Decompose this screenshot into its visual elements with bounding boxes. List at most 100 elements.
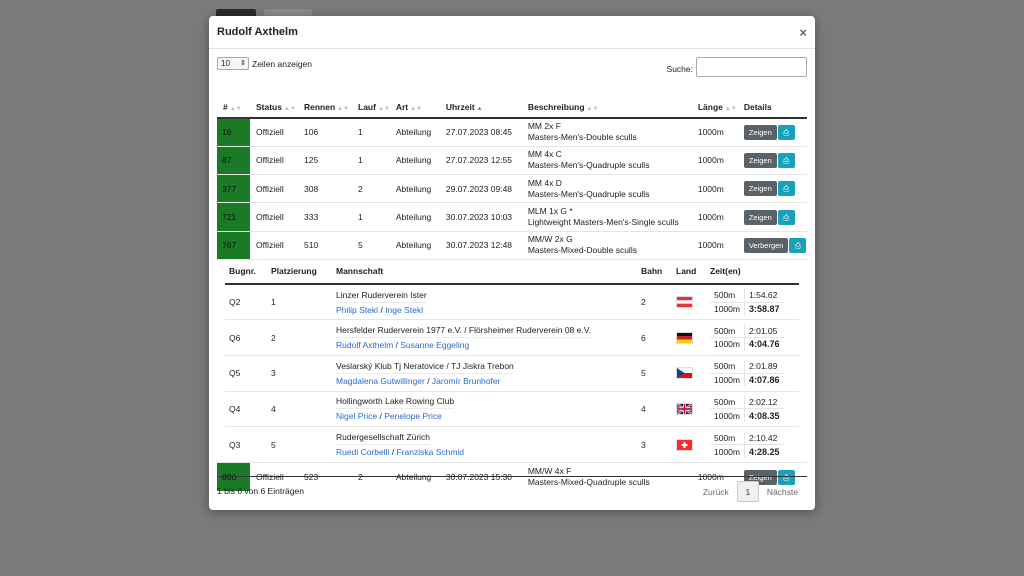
- rower-link[interactable]: Franziska Schmid: [396, 447, 464, 457]
- print-icon[interactable]: ⎙: [777, 124, 795, 140]
- crew-bug: Q5: [225, 354, 267, 392]
- page-length-label: Zeilen anzeigen: [252, 59, 313, 69]
- show-button[interactable]: Zeigen: [743, 209, 777, 225]
- print-icon[interactable]: ⎙: [777, 181, 795, 197]
- crew-place: 3: [267, 354, 332, 392]
- col-header-heat[interactable]: Lauf ▲▼: [352, 97, 390, 119]
- col-header-type[interactable]: Art ▲▼: [389, 97, 440, 119]
- next-page-button[interactable]: Nächste: [759, 487, 806, 497]
- col-header-crew: Mannschaft: [332, 259, 637, 285]
- bug-number: 721: [217, 202, 250, 232]
- heat: 5: [352, 230, 390, 260]
- table-row: 87 Offiziell 125 1 Abteilung 27.07.2023 …: [217, 145, 807, 175]
- close-button[interactable]: ×: [799, 25, 807, 40]
- table-controls: 10 ⇕ Zeilen anzeigen Suche:: [217, 57, 807, 77]
- table-footer-line: [217, 476, 807, 477]
- rower-link[interactable]: Inge Stekl: [385, 305, 423, 315]
- col-header-length[interactable]: Länge ▲▼: [691, 97, 738, 119]
- type: Abteilung: [389, 230, 440, 260]
- sort-asc-icon: ▲: [476, 106, 483, 112]
- type: Abteilung: [389, 202, 440, 232]
- table-header-row: # ▲▼ Status ▲▼ Rennen ▲▼ Lauf ▲▼ Art ▲▼ Uhrze…: [217, 97, 807, 119]
- rower-link[interactable]: Susanne Eggeling: [400, 340, 469, 350]
- page-1-button[interactable]: 1: [736, 481, 759, 502]
- crew-country: [672, 354, 706, 392]
- table-row: 767 Offiziell 510 5 Abteilung 30.07.2023…: [217, 230, 807, 260]
- details-cell: Zeigen ⎙: [737, 202, 807, 232]
- crew-times: 500m 2:02.12 1000m 4:08.35: [706, 390, 799, 427]
- prev-page-button[interactable]: Zurück: [695, 487, 737, 497]
- crew-country: [672, 390, 706, 427]
- show-button[interactable]: Zeigen: [743, 181, 777, 197]
- crew-team: Hersfelder Ruderverein 1977 e.V. / Flörs…: [332, 319, 637, 356]
- col-header-placing: Platzierung: [267, 259, 332, 285]
- bug-number: 767: [217, 230, 250, 260]
- length: 1000m: [691, 230, 738, 260]
- club-name: Hollingworth Lake Rowing Club: [336, 394, 455, 410]
- col-header-details: Details: [737, 97, 807, 119]
- crew-times: 500m 2:01.89 1000m 4:07.86: [706, 354, 799, 392]
- race: 308: [298, 174, 352, 203]
- status: Offiziell: [250, 117, 298, 147]
- type: Abteilung: [389, 462, 440, 492]
- type: Abteilung: [389, 145, 440, 175]
- details-cell: Verbergen ⎙: [737, 230, 807, 260]
- time: 30.07.2023 12:48: [439, 230, 522, 260]
- status: Offiziell: [250, 174, 298, 203]
- germany-flag-icon: [676, 331, 693, 344]
- crew-bug: Q3: [225, 426, 267, 463]
- crew-header-row: Bugnr. Platzierung Mannschaft Bahn Land …: [225, 259, 799, 285]
- crew-times: 500m 2:10.42 1000m 4:28.25: [706, 426, 799, 463]
- col-header-lane: Bahn: [637, 259, 672, 285]
- rower-link[interactable]: Jaromír Brunhofer: [432, 376, 501, 386]
- crew-times: 500m 2:01.05 1000m 4:04.76: [706, 319, 799, 356]
- col-header-status[interactable]: Status ▲▼: [250, 97, 298, 119]
- rower-link[interactable]: Penelope Price: [384, 411, 442, 421]
- race: 523: [298, 462, 352, 492]
- heat: 1: [352, 202, 390, 232]
- length: 1000m: [691, 117, 738, 147]
- sort-icon: ▲▼: [229, 106, 242, 112]
- crew-row: Q4 4 Hollingworth Lake Rowing Club Nigel…: [225, 390, 799, 427]
- show-button[interactable]: Zeigen: [743, 124, 777, 140]
- length: 1000m: [691, 174, 738, 203]
- race: 125: [298, 145, 352, 175]
- rower-link[interactable]: Ruedi Corbelli: [336, 447, 389, 457]
- col-header-description[interactable]: Beschreibung ▲▼: [521, 97, 692, 119]
- table-row: 721 Offiziell 333 1 Abteilung 30.07.2023…: [217, 202, 807, 232]
- search-label: Suche:: [666, 64, 693, 74]
- rower-link[interactable]: Philip Stekl: [336, 305, 378, 315]
- race: 106: [298, 117, 352, 147]
- crew-team: Linzer Ruderverein Ister Philip Stekl / …: [332, 283, 637, 320]
- print-icon[interactable]: ⎙: [777, 209, 795, 225]
- table-row: 377 Offiziell 308 2 Abteilung 29.07.2023…: [217, 174, 807, 203]
- show-button[interactable]: Zeigen: [743, 152, 777, 168]
- print-icon[interactable]: ⎙: [777, 152, 795, 168]
- type: Abteilung: [389, 174, 440, 203]
- col-header-number[interactable]: # ▲▼: [217, 97, 250, 119]
- crew-team: Rudergesellschaft Zürich Ruedi Corbelli …: [332, 426, 637, 463]
- club-name: Hersfelder Ruderverein 1977 e.V. / Flörs…: [336, 323, 591, 339]
- rower-link[interactable]: Magdalena Gutwillinger: [336, 376, 425, 386]
- time: 27.07.2023 08:45: [439, 117, 522, 147]
- col-header-time[interactable]: Uhrzeit ▲: [439, 97, 522, 119]
- col-header-race[interactable]: Rennen ▲▼: [298, 97, 352, 119]
- hide-button[interactable]: Verbergen: [743, 237, 789, 253]
- rower-link[interactable]: Rudolf Axthelm: [336, 340, 393, 350]
- page-length-select[interactable]: 10 ⇕: [217, 57, 249, 70]
- col-header-bugnr: Bugnr.: [225, 259, 267, 285]
- club-name: Linzer Ruderverein Ister: [336, 288, 427, 303]
- modal-title: Rudolf Axthelm: [217, 26, 298, 38]
- crew-lane: 5: [637, 354, 672, 392]
- sort-icon: ▲▼: [377, 106, 390, 112]
- rower-link[interactable]: Nigel Price: [336, 411, 377, 421]
- crew-row: Q2 1 Linzer Ruderverein Ister Philip Ste…: [225, 283, 799, 320]
- race: 333: [298, 202, 352, 232]
- details-cell: Zeigen ⎙: [737, 145, 807, 175]
- crew-times: 500m 1:54.62 1000m 3:58.87: [706, 283, 799, 320]
- crew-row: Q5 3 Veslarský Klub Tj Neratovice / TJ J…: [225, 354, 799, 392]
- czech-flag-icon: [676, 367, 693, 380]
- search-input[interactable]: [696, 57, 807, 77]
- print-icon[interactable]: ⎙: [789, 237, 807, 253]
- heat: 2: [352, 174, 390, 203]
